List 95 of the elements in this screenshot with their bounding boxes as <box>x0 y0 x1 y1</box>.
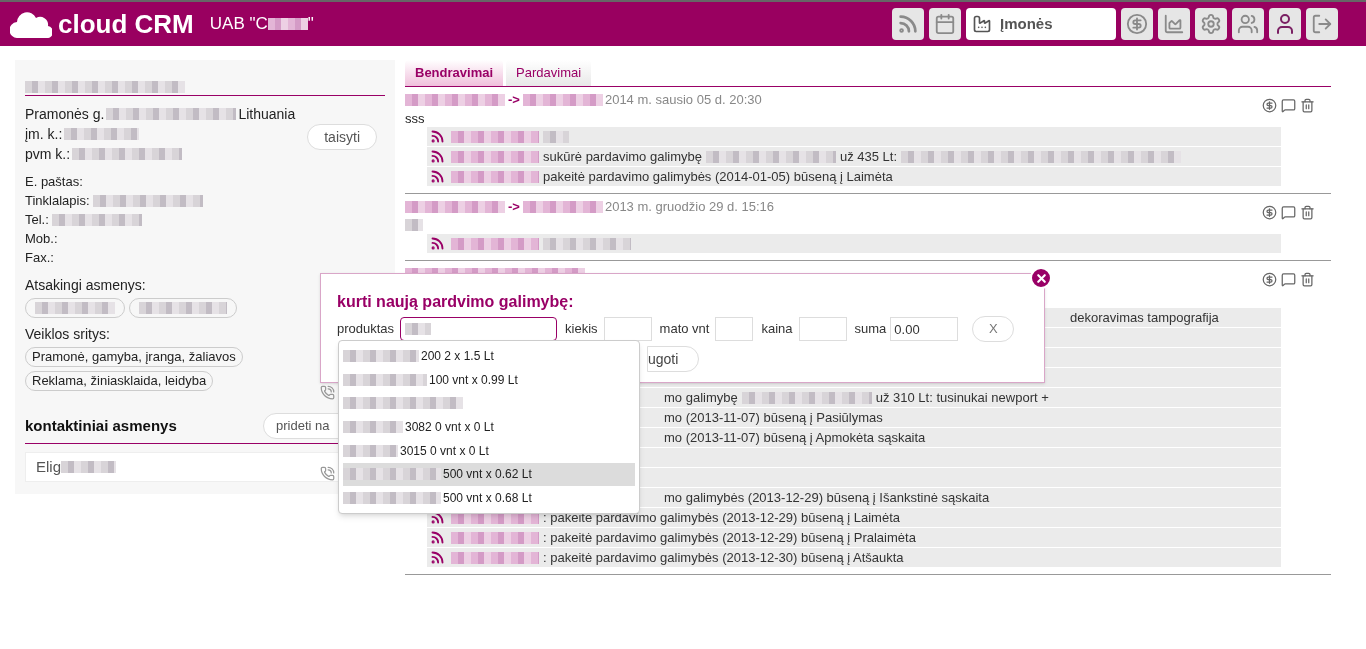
entry-date: 2014 m. sausio 05 d. 20:30 <box>604 91 762 110</box>
contacts-title: kontaktiniai asmenys <box>25 415 177 436</box>
dialog-title: kurti naują pardvimo galimybę: <box>337 292 574 312</box>
sum-label: suma <box>854 320 887 339</box>
activity-text: : pakeitė pardavimo galimybės (2013-12-29) būseną į Laimėta <box>543 508 900 527</box>
trash-icon[interactable] <box>1300 204 1315 220</box>
cloud-logo-icon <box>10 10 52 38</box>
rss-icon <box>430 169 445 184</box>
rss-button[interactable] <box>892 8 924 40</box>
sum-field[interactable]: 0.00 <box>890 317 959 341</box>
redaction-mark <box>405 323 432 335</box>
dollar-icon[interactable] <box>1262 204 1277 220</box>
settings-button[interactable] <box>1195 8 1227 40</box>
suggestion-text: 100 vnt x 0.99 Lt <box>429 371 518 389</box>
suggestion-item[interactable]: 200 2 x 1.5 Lt <box>343 344 635 368</box>
contact-field: Fax.: <box>25 248 54 267</box>
contact-field: Tel.: <box>25 210 142 229</box>
suggestion-item[interactable]: 100 vnt x 0.99 Lt <box>343 367 635 392</box>
logout-button[interactable] <box>1306 8 1338 40</box>
activity-text: mo (2013-11-07) būseną į Apmokėta sąskaita <box>664 428 926 447</box>
phone-icon[interactable] <box>320 385 335 400</box>
dollar-icon <box>1126 13 1148 35</box>
company-name: UAB "C " <box>209 13 314 36</box>
contact-field: E. paštas: <box>25 172 83 191</box>
rss-icon <box>430 530 445 545</box>
rss-icon <box>897 13 919 35</box>
avatar-button[interactable] <box>1269 8 1301 40</box>
product-label: produktas <box>337 320 395 339</box>
suggestion-text: 3015 0 vnt x 0 Lt <box>400 442 489 460</box>
responsible-label: Atsakingi asmenys: <box>25 276 146 295</box>
arrow-text: -> <box>508 198 520 217</box>
quantity-label: kiekis <box>565 320 598 339</box>
rss-icon <box>430 149 445 164</box>
area-chart-icon <box>1163 13 1185 35</box>
suggestion-text: 500 vnt x 0.62 Lt <box>443 466 532 484</box>
activity-text: sukūrė pardavimo galimybę <box>543 147 702 166</box>
price-label: kaina <box>761 320 793 339</box>
unit-field[interactable] <box>715 317 754 341</box>
suggestion-item[interactable]: 500 vnt x 0.68 Lt <box>343 486 635 511</box>
contact-field: Mob.: <box>25 229 58 248</box>
comment-icon[interactable] <box>1281 204 1296 220</box>
entry-date: 2013 m. gruodžio 29 d. 15:16 <box>604 198 775 217</box>
redaction-mark <box>543 130 569 143</box>
suggestion-text: 500 vnt x 0.68 Lt <box>443 490 532 508</box>
activity-text: dekoravimas tampografija <box>1070 308 1219 327</box>
rss-icon <box>430 550 445 565</box>
activity-text: mo (2013-11-07) būseną į Pasiūlymas <box>664 408 883 427</box>
address-line: Pramonės g. Lithuania <box>25 105 296 124</box>
users-icon <box>1237 13 1259 35</box>
settings-icon <box>1200 13 1222 35</box>
activity-text: pakeitė pardavimo galimybės (2014-01-05) būseną į Laimėta <box>543 167 893 186</box>
arrow-text: -> <box>508 91 520 110</box>
price-field[interactable] <box>798 317 847 341</box>
message-text: sss <box>405 110 425 127</box>
unit-label: mato vnt <box>659 320 710 339</box>
users-button[interactable] <box>1232 8 1264 40</box>
trash-icon[interactable] <box>1300 97 1315 113</box>
rss-icon <box>430 129 445 144</box>
contact-name: Elig <box>36 455 116 479</box>
contact-field: Tinklalapis: <box>25 191 203 210</box>
comment-icon[interactable] <box>1281 97 1296 113</box>
activity-text: mo galimybės (2013-12-29) būseną į Išankstinė sąskaita <box>664 488 990 507</box>
activity-text: mo galimybę <box>664 388 738 407</box>
factory-icon <box>972 14 992 34</box>
rss-icon <box>430 236 445 251</box>
activity-text: : pakeitė pardavimo galimybės (2013-12-30) būseną į Atšaukta <box>543 548 904 567</box>
redaction-mark <box>61 461 116 473</box>
app-title: cloud CRM <box>58 7 194 41</box>
redaction-mark <box>267 18 308 30</box>
module-select[interactable]: Įmonės <box>966 8 1116 40</box>
redaction-mark <box>405 219 423 231</box>
dollar-icon[interactable] <box>1262 271 1277 287</box>
money-button[interactable] <box>1121 8 1153 40</box>
vat-code: pvm k.: <box>25 144 183 164</box>
chart-button[interactable] <box>1158 8 1190 40</box>
dollar-icon[interactable] <box>1262 97 1277 113</box>
logout-icon <box>1311 13 1333 35</box>
suggestion-text: 3082 0 vnt x 0 Lt <box>405 419 494 436</box>
areas-label: Veiklos sritys: <box>25 325 110 344</box>
suggestion-text: 200 2 x 1.5 Lt <box>421 347 494 365</box>
redaction-mark <box>343 421 403 433</box>
suggestion-item[interactable]: 500 vnt x 0.62 Lt <box>343 462 635 487</box>
trash-icon[interactable] <box>1300 271 1315 287</box>
comment-icon[interactable] <box>1281 271 1296 287</box>
company-code: įm. k.: <box>25 124 140 144</box>
redaction-mark <box>343 444 398 457</box>
tab[interactable]: Bendravimai <box>405 60 504 86</box>
calendar-icon <box>934 13 956 35</box>
close-icon[interactable] <box>1030 267 1052 289</box>
phone-icon[interactable] <box>320 466 335 481</box>
activity-text: už 435 Lt: <box>839 147 898 166</box>
calendar-button[interactable] <box>929 8 961 40</box>
activity-text: : pakeitė pardavimo galimybės (2013-12-29) būseną į Pralaimėta <box>543 528 916 547</box>
edit-button[interactable]: taisyti <box>307 124 377 150</box>
activity-text: už 310 Lt: tusinukai newport + <box>875 388 1049 407</box>
